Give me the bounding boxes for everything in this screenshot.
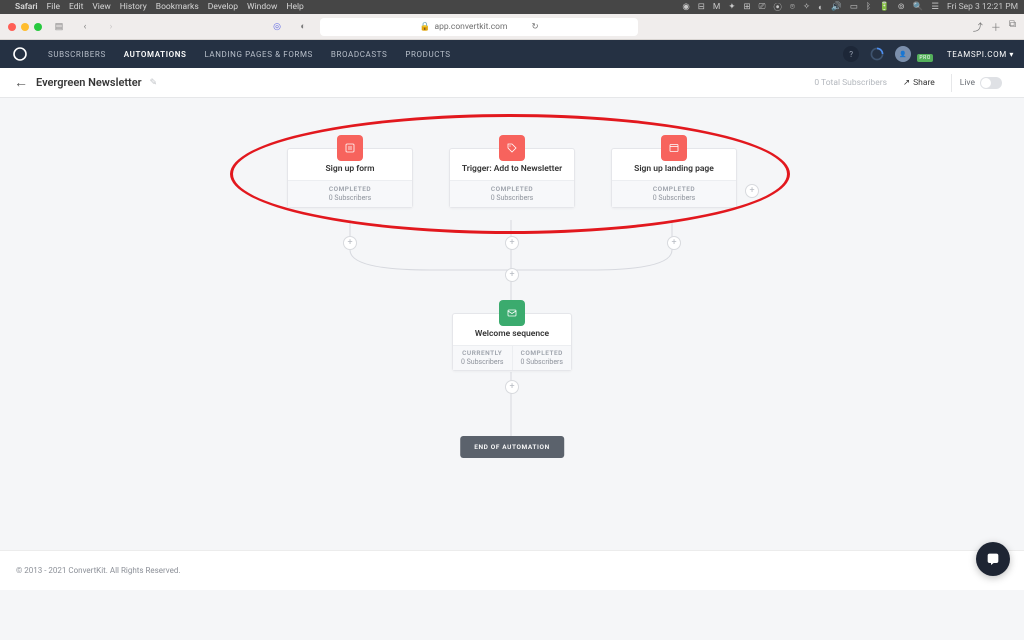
address-bar[interactable]: 🔒 app.convertkit.com ↻ (320, 18, 638, 36)
count-label: 0 Subscribers (614, 194, 734, 202)
privacy-icon[interactable]: ◎ (268, 19, 286, 35)
help-icon[interactable]: ? (843, 46, 859, 62)
close-window-icon[interactable] (8, 23, 16, 31)
mac-menu-bar: Safari File Edit View History Bookmarks … (0, 0, 1024, 14)
reader-icon[interactable]: ◐ (294, 19, 312, 35)
display-icon[interactable]: ▭ (850, 2, 858, 12)
reload-icon[interactable]: ↻ (531, 22, 538, 32)
currently-label: CURRENTLY (454, 349, 511, 357)
mac-status-icons: ◉ ⊟ M ✦ ⊞ ⎚ ⦿ ⌾ ✧ ◐ 🔊 ▭ ᛒ 🔋 ⊚ 🔍 ☰ Fri Se… (682, 1, 1018, 13)
add-step-button[interactable]: + (505, 380, 519, 394)
triggers-row: Sign up form COMPLETED 0 Subscribers Tri… (0, 148, 1024, 208)
subscribers-count: 0 Total Subscribers (814, 78, 887, 88)
status-icon[interactable]: ⦿ (773, 1, 782, 13)
share-arrow-icon: ↗ (903, 78, 910, 88)
add-step-button[interactable]: + (505, 268, 519, 282)
automation-canvas[interactable]: Sign up form COMPLETED 0 Subscribers Tri… (0, 98, 1024, 590)
add-step-button[interactable]: + (343, 236, 357, 250)
status-label: COMPLETED (452, 185, 572, 193)
activity-ring-icon[interactable] (869, 46, 885, 62)
mac-menu-file[interactable]: File (47, 2, 60, 12)
status-icon[interactable]: ⌾ (790, 2, 795, 12)
status-icon[interactable]: ⊟ (698, 2, 705, 12)
mac-menu-view[interactable]: View (92, 2, 110, 12)
status-icon[interactable]: ◐ (818, 2, 823, 13)
trigger-card-tag[interactable]: Trigger: Add to Newsletter COMPLETED 0 S… (449, 148, 575, 208)
completed-label: COMPLETED (514, 349, 571, 357)
tabs-icon[interactable]: ⧉ (1009, 19, 1016, 34)
minimize-window-icon[interactable] (21, 23, 29, 31)
status-label: COMPLETED (614, 185, 734, 193)
end-of-automation: END OF AUTOMATION (460, 436, 564, 458)
live-toggle[interactable] (980, 77, 1002, 89)
zoom-window-icon[interactable] (34, 23, 42, 31)
status-icon[interactable]: ✦ (728, 2, 735, 12)
trigger-card-landing[interactable]: Sign up landing page COMPLETED 0 Subscri… (611, 148, 737, 208)
avatar[interactable]: 👤 (895, 46, 911, 62)
page-footer: © 2013 - 2021 ConvertKit. All Rights Res… (0, 550, 1024, 590)
wifi-icon[interactable]: ⊚ (898, 2, 905, 12)
battery-icon[interactable]: 🔋 (879, 2, 890, 12)
share-icon[interactable]: ⤴ (973, 19, 983, 34)
page-title: Evergreen Newsletter (36, 76, 142, 89)
count-label: 0 Subscribers (452, 194, 572, 202)
share-label: Share (913, 78, 935, 88)
share-button[interactable]: ↗ Share (895, 75, 943, 91)
window-controls (8, 23, 42, 31)
mac-menu-edit[interactable]: Edit (69, 2, 83, 12)
back-arrow-icon[interactable]: ← (14, 74, 28, 91)
completed-count: 0 Subscribers (514, 358, 571, 366)
nav-products[interactable]: PRODUCTS (405, 46, 450, 63)
live-toggle-group: Live (951, 74, 1010, 92)
status-icon[interactable]: ✧ (803, 2, 810, 12)
live-label: Live (960, 78, 975, 88)
page-header: ← Evergreen Newsletter ✎ 0 Total Subscri… (0, 68, 1024, 98)
volume-icon[interactable]: 🔊 (831, 2, 842, 12)
mac-clock[interactable]: Fri Sep 3 12:21 PM (947, 2, 1018, 12)
landing-page-icon (661, 135, 687, 161)
add-step-button[interactable]: + (667, 236, 681, 250)
pro-badge: PRO (917, 54, 932, 62)
nav-subscribers[interactable]: SUBSCRIBERS (48, 46, 106, 63)
status-icon[interactable]: ⎚ (759, 2, 766, 12)
tag-icon (499, 135, 525, 161)
count-label: 0 Subscribers (290, 194, 410, 202)
sequence-card[interactable]: Welcome sequence CURRENTLY 0 Subscribers… (452, 313, 572, 371)
account-name[interactable]: TEAMSPI.COM ▾ (947, 50, 1014, 59)
new-tab-icon[interactable]: ＋ (991, 19, 1001, 34)
status-label: COMPLETED (290, 185, 410, 193)
mac-menu-develop[interactable]: Develop (208, 2, 238, 12)
lock-icon: 🔒 (420, 22, 431, 32)
app-nav: SUBSCRIBERS AUTOMATIONS LANDING PAGES & … (0, 40, 1024, 68)
back-button[interactable]: ‹ (76, 19, 94, 35)
control-center-icon[interactable]: ☰ (931, 2, 939, 12)
nav-broadcasts[interactable]: BROADCASTS (331, 46, 387, 63)
mac-app-name[interactable]: Safari (15, 2, 38, 12)
intercom-launcher[interactable] (976, 542, 1010, 576)
status-icon[interactable]: ◉ (682, 2, 689, 12)
status-icon[interactable]: ⊞ (743, 2, 750, 12)
safari-toolbar: ▤ ‹ › ◎ ◐ 🔒 app.convertkit.com ↻ ⤴ ＋ ⧉ (0, 14, 1024, 40)
edit-title-icon[interactable]: ✎ (150, 78, 158, 88)
mac-menu-window[interactable]: Window (247, 2, 277, 12)
add-trigger-button[interactable]: + (745, 184, 759, 198)
nav-landing-pages[interactable]: LANDING PAGES & FORMS (204, 46, 312, 63)
trigger-card-form[interactable]: Sign up form COMPLETED 0 Subscribers (287, 148, 413, 208)
url-text: app.convertkit.com (434, 22, 507, 32)
add-step-button[interactable]: + (505, 236, 519, 250)
mac-menu-history[interactable]: History (120, 2, 147, 12)
bluetooth-icon[interactable]: ᛒ (866, 2, 871, 12)
sidebar-toggle-icon[interactable]: ▤ (50, 19, 68, 35)
nav-automations[interactable]: AUTOMATIONS (124, 46, 187, 63)
search-icon[interactable]: 🔍 (913, 2, 924, 12)
mac-menu-bookmarks[interactable]: Bookmarks (156, 2, 199, 12)
status-icon[interactable]: M (713, 2, 720, 12)
forward-button: › (102, 19, 120, 35)
form-icon (337, 135, 363, 161)
convertkit-logo-icon[interactable] (10, 44, 30, 64)
email-sequence-icon (499, 300, 525, 326)
mac-menu-help[interactable]: Help (286, 2, 303, 12)
copyright-text: © 2013 - 2021 ConvertKit. All Rights Res… (16, 566, 180, 575)
currently-count: 0 Subscribers (454, 358, 511, 366)
